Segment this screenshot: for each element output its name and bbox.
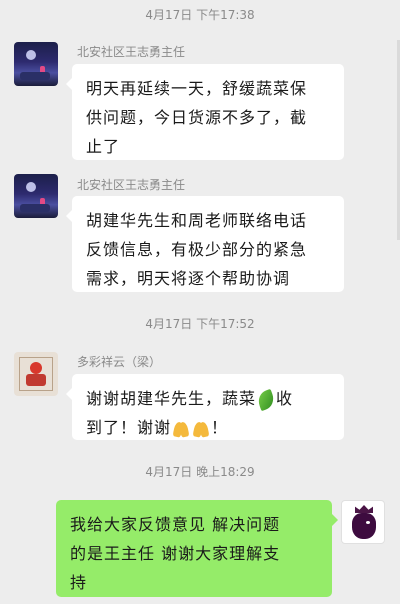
message-text-line: 到了！谢谢 ！ — [86, 413, 330, 442]
timestamp: 4月17日 下午17:38 — [145, 8, 255, 22]
folded-hands-emoji — [192, 420, 210, 438]
message-text-line: 的是王主任 谢谢大家理解支 — [70, 544, 281, 563]
message-text-segment: 收 — [276, 389, 294, 408]
message-text-line: 持 — [70, 573, 88, 592]
night-scene-avatar[interactable] — [14, 174, 58, 218]
red-figure-avatar[interactable] — [14, 352, 58, 396]
sender-name: 北安社区王志勇主任 — [77, 45, 186, 59]
night-scene-avatar[interactable] — [14, 42, 58, 86]
message-bubble[interactable]: 明天再延续一天，舒缓蔬菜保 供问题，今日货源不多了，截 止了 — [66, 64, 344, 160]
message-text-line: 谢谢胡建华先生，蔬菜收 — [86, 384, 330, 413]
message-text-line: 供问题，今日货源不多了，截 — [86, 108, 308, 127]
sender-name: 北安社区王志勇主任 — [77, 178, 186, 192]
message-text-segment: 到了！谢谢 — [86, 418, 172, 437]
lion-crest-avatar[interactable] — [341, 500, 385, 544]
message-text-line: 需求，明天将逐个帮助协调 — [86, 269, 291, 288]
message-text-line: 止了 — [86, 137, 121, 156]
message-text-segment: 谢谢胡建华先生，蔬菜 — [86, 389, 257, 408]
folded-hands-emoji — [172, 420, 190, 438]
message-text-line: 胡建华先生和周老师联络电话 — [86, 211, 308, 230]
leafy-green-emoji — [255, 388, 277, 411]
message-bubble[interactable]: 胡建华先生和周老师联络电话 反馈信息，有极少部分的紧急 需求，明天将逐个帮助协调 — [66, 196, 344, 292]
message-text-line: 反馈信息，有极少部分的紧急 — [86, 240, 308, 259]
timestamp: 4月17日 晚上18:29 — [145, 465, 255, 479]
message-text-line: 明天再延续一天，舒缓蔬菜保 — [86, 79, 308, 98]
message-text-line: 我给大家反馈意见 解决问题 — [70, 515, 281, 534]
message-bubble[interactable]: 谢谢胡建华先生，蔬菜收 到了！谢谢 ！ — [66, 374, 344, 442]
message-text-segment: ！ — [211, 418, 229, 437]
sender-name: 多彩祥云（梁） — [77, 355, 162, 369]
timestamp: 4月17日 下午17:52 — [145, 317, 255, 331]
message-bubble-outgoing[interactable]: 我给大家反馈意见 解决问题 的是王主任 谢谢大家理解支 持 — [56, 500, 338, 597]
